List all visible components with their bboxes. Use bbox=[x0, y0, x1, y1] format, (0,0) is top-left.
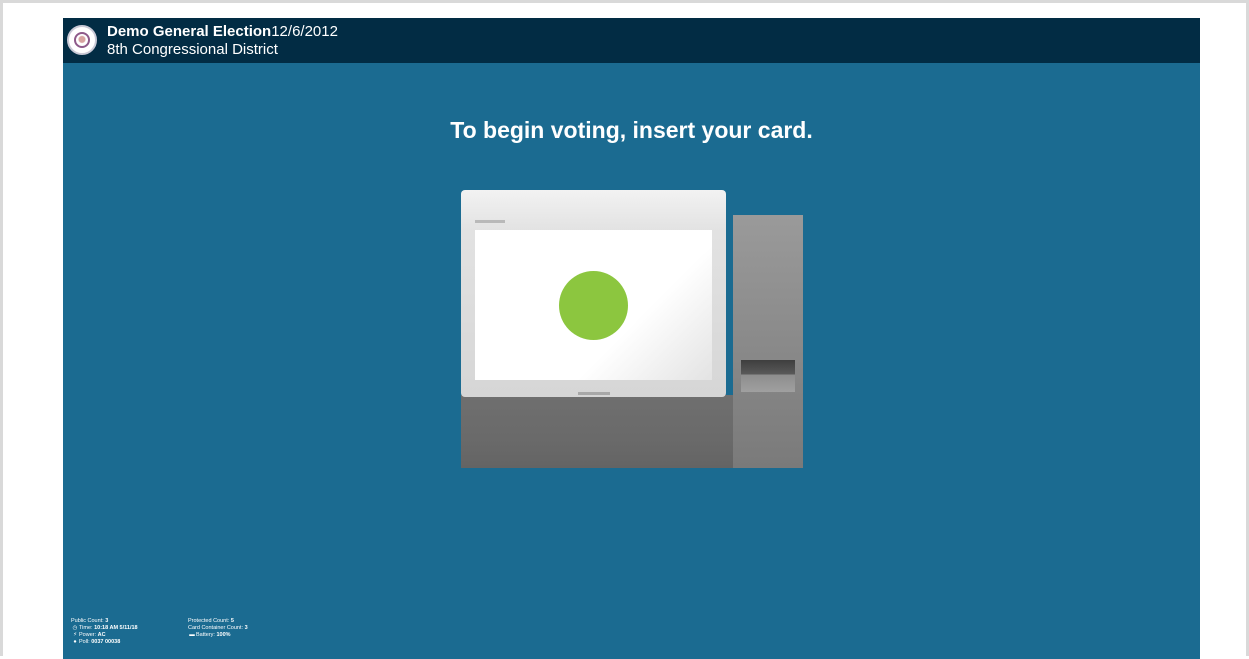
election-header: Demo General Election12/6/2012 8th Congr… bbox=[63, 18, 1200, 63]
voting-machine-illustration bbox=[461, 190, 803, 470]
card-container-count: Card Container Count: 3 bbox=[188, 625, 248, 632]
power-label: Power: bbox=[79, 632, 97, 638]
district-name: 8th Congressional District bbox=[107, 41, 278, 58]
protected-count-value: 5 bbox=[230, 618, 234, 624]
poll-value: 0037 00038 bbox=[91, 639, 121, 645]
monitor-display bbox=[475, 230, 712, 380]
card-slot bbox=[741, 360, 795, 392]
county-seal-icon bbox=[67, 25, 97, 55]
card-reader-tower bbox=[733, 215, 803, 468]
ready-indicator-icon bbox=[559, 271, 628, 340]
poll-row: ● Poll: 0037 00038 bbox=[71, 639, 138, 646]
power-row: ⚡ Power: AC bbox=[71, 632, 138, 639]
machine-monitor bbox=[461, 190, 726, 397]
poll-label: Poll: bbox=[79, 639, 90, 645]
insert-card-prompt: To begin voting, insert your card. bbox=[450, 117, 813, 143]
battery-icon: ▬ bbox=[189, 632, 195, 638]
seal-emblem bbox=[74, 32, 90, 48]
card-container-label: Card Container Count: bbox=[188, 625, 244, 631]
battery-label: Battery: bbox=[196, 632, 215, 638]
public-count: Public Count: 3 bbox=[71, 618, 138, 625]
time-label: Time: bbox=[79, 625, 93, 631]
public-count-value: 3 bbox=[105, 618, 109, 624]
power-value: AC bbox=[97, 632, 106, 638]
plug-icon: ⚡ bbox=[73, 632, 77, 638]
election-title: Demo General Election12/6/2012 bbox=[107, 23, 338, 41]
battery-row: ▬Battery: 100% bbox=[188, 632, 248, 639]
protected-count: Protected Count: 5 bbox=[188, 618, 248, 625]
battery-value: 100% bbox=[216, 632, 231, 638]
status-panel-left: Public Count: 3 ◷ Time: 10:18 AM 5/11/18 … bbox=[71, 618, 138, 646]
time-row: ◷ Time: 10:18 AM 5/11/18 bbox=[71, 625, 138, 632]
voting-screen: Demo General Election12/6/2012 8th Congr… bbox=[63, 18, 1200, 659]
public-count-label: Public Count: bbox=[71, 618, 104, 624]
location-pin-icon: ● bbox=[73, 639, 77, 645]
election-name: Demo General Election bbox=[107, 23, 272, 40]
clock-icon: ◷ bbox=[72, 625, 78, 631]
election-date: 12/6/2012 bbox=[271, 23, 338, 40]
card-container-value: 3 bbox=[244, 625, 248, 631]
monitor-status-bar bbox=[475, 220, 505, 223]
status-panel-right: Protected Count: 5 Card Container Count:… bbox=[188, 618, 248, 639]
monitor-notch bbox=[578, 392, 610, 395]
protected-count-label: Protected Count: bbox=[188, 618, 230, 624]
time-value: 10:18 AM 5/11/18 bbox=[94, 625, 138, 631]
window-frame: Demo General Election12/6/2012 8th Congr… bbox=[0, 0, 1249, 659]
